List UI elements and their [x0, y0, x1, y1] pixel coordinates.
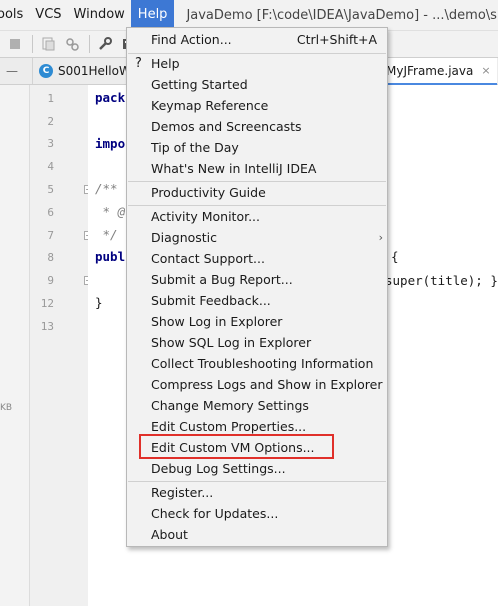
- highlight-annotation-box: [139, 434, 334, 459]
- class-icon: C: [39, 64, 53, 78]
- tab-myjframe[interactable]: MyJFrame.java ×: [380, 58, 497, 85]
- menu-window[interactable]: Window: [68, 0, 131, 30]
- menu-item-label: Help: [151, 56, 180, 71]
- menu-item-demos[interactable]: Demos and Screencasts: [127, 116, 387, 137]
- menu-item-help[interactable]: ? Help: [127, 53, 387, 74]
- menu-vcs[interactable]: VCS: [29, 0, 67, 30]
- code-line: pack: [95, 90, 126, 105]
- copy-file-icon[interactable]: [39, 35, 57, 53]
- menu-item-productivity-guide[interactable]: Productivity Guide: [127, 182, 387, 203]
- code-line: * @: [95, 204, 126, 219]
- toolbar-separator: [32, 35, 33, 53]
- help-menu: Find Action... Ctrl+Shift+A ? Help Getti…: [126, 27, 388, 547]
- menu-item-find-action[interactable]: Find Action... Ctrl+Shift+A: [127, 29, 387, 50]
- line-number: 1: [47, 92, 54, 105]
- tab-label: MyJFrame.java: [386, 63, 474, 78]
- menu-item-getting-started[interactable]: Getting Started: [127, 74, 387, 95]
- menu-item-submit-feedback[interactable]: Submit Feedback...: [127, 290, 387, 311]
- code-line-tail: {: [391, 249, 399, 264]
- line-number: 9: [47, 274, 54, 287]
- menu-item-contact-support[interactable]: Contact Support...: [127, 248, 387, 269]
- menu-item-keymap-reference[interactable]: Keymap Reference: [127, 95, 387, 116]
- line-number: 13: [40, 320, 54, 333]
- line-number: 3: [47, 137, 54, 150]
- code-line-tail: super(title); }: [385, 273, 498, 288]
- menu-item-debug-log-settings[interactable]: Debug Log Settings...: [127, 458, 387, 479]
- menu-item-label: Diagnostic: [151, 230, 218, 245]
- stop-icon[interactable]: [6, 35, 24, 53]
- toolbar-separator: [89, 35, 90, 53]
- menu-item-change-memory[interactable]: Change Memory Settings: [127, 395, 387, 416]
- line-number: 12: [40, 297, 54, 310]
- line-number: 7: [47, 229, 54, 242]
- line-number: 8: [47, 251, 54, 264]
- code-line: impo: [95, 136, 126, 151]
- menu-item-about[interactable]: About: [127, 524, 387, 545]
- menu-item-compress-logs[interactable]: Compress Logs and Show in Explorer: [127, 374, 387, 395]
- help-question-icon: ?: [135, 56, 142, 71]
- line-number: 6: [47, 206, 54, 219]
- code-line: */: [95, 227, 118, 242]
- wrench-icon[interactable]: [96, 35, 114, 53]
- menu-item-whats-new[interactable]: What's New in IntelliJ IDEA: [127, 158, 387, 179]
- window-title: JavaDemo [F:\code\IDEA\JavaDemo] - ...\d…: [186, 7, 498, 23]
- strip-label: KB: [0, 403, 13, 413]
- menu-item-register[interactable]: Register...: [127, 482, 387, 503]
- code-line: publ: [95, 249, 126, 264]
- menu-item-show-sql-log[interactable]: Show SQL Log in Explorer: [127, 332, 387, 353]
- attach-icon[interactable]: [63, 35, 81, 53]
- line-number: 5: [47, 183, 54, 196]
- menu-tools[interactable]: ools: [0, 0, 29, 30]
- menu-item-collect-troubleshooting[interactable]: Collect Troubleshooting Information: [127, 353, 387, 374]
- menu-item-activity-monitor[interactable]: Activity Monitor...: [127, 206, 387, 227]
- menu-item-check-updates[interactable]: Check for Updates...: [127, 503, 387, 524]
- menu-help[interactable]: Help: [130, 0, 175, 30]
- code-line: }: [95, 295, 103, 310]
- menu-item-label: Find Action...: [151, 32, 232, 47]
- left-tool-strip: KB: [0, 85, 30, 606]
- close-icon[interactable]: ×: [481, 64, 490, 77]
- line-number-gutter: 1 2 3 4 5 6 7 8 9 12 13: [30, 85, 88, 606]
- shortcut-label: Ctrl+Shift+A: [296, 32, 377, 47]
- menu-item-show-log[interactable]: Show Log in Explorer: [127, 311, 387, 332]
- submenu-arrow-icon: ›: [378, 231, 383, 244]
- line-number: 2: [47, 115, 54, 128]
- menu-item-tip-of-day[interactable]: Tip of the Day: [127, 137, 387, 158]
- line-number: 4: [47, 160, 54, 173]
- menu-bar: ools VCS Window Help JavaDemo [F:\code\I…: [0, 0, 498, 30]
- menu-item-diagnostic[interactable]: Diagnostic ›: [127, 227, 387, 248]
- menu-item-submit-bug[interactable]: Submit a Bug Report...: [127, 269, 387, 290]
- code-line: /**: [95, 181, 118, 196]
- collapse-icon[interactable]: —: [6, 64, 18, 78]
